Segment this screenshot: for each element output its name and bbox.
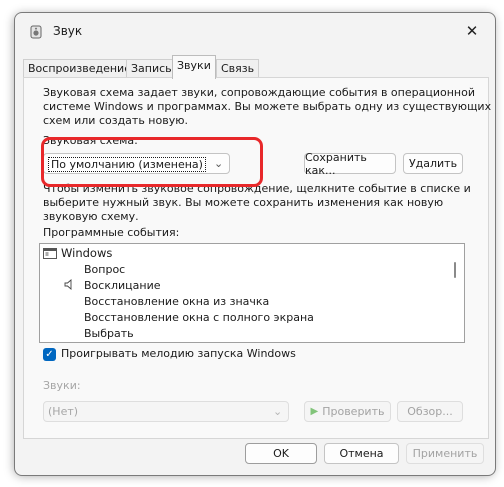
description-line-3: схем или создать новую. [43, 114, 188, 127]
ok-button[interactable]: OK [245, 443, 317, 464]
close-icon[interactable]: ✕ [461, 21, 483, 41]
tab-communications[interactable]: Связь [216, 59, 260, 78]
description-line-1: Звуковая схема задает звуки, сопровождаю… [43, 86, 475, 99]
description-line-2: системе Windows и программах. Вы можете … [43, 100, 492, 113]
chevron-down-icon: ⌄ [273, 405, 283, 418]
speaker-icon [64, 279, 72, 290]
scheme-label: Звуковая схема: [43, 134, 138, 147]
event-item[interactable]: Восстановление окна с полного экрана [84, 310, 314, 325]
tab-sounds[interactable]: Звуки [172, 55, 216, 79]
event-item[interactable]: Восстановление окна из значка [84, 294, 269, 309]
tab-recording[interactable]: Запись [126, 59, 177, 78]
event-item[interactable]: Выбрать [84, 326, 134, 341]
scheme-select[interactable]: По умолчанию (изменена) ⌄ [43, 153, 230, 174]
test-sound-button[interactable]: ▶ Проверить [304, 401, 391, 422]
save-as-button[interactable]: Сохранить как... [304, 151, 396, 177]
event-item[interactable]: Восклицание [84, 278, 160, 293]
instructions-line-3: звуковую схему. [43, 210, 139, 223]
delete-scheme-button[interactable]: Удалить [403, 153, 463, 174]
tab-playback[interactable]: Воспроизведение [23, 59, 136, 78]
window-title: Звук [53, 24, 83, 38]
title-bar[interactable]: Звук ✕ [15, 13, 495, 49]
startup-sound-label: Проигрывать мелодию запуска Windows [61, 347, 296, 360]
sounds-label: Звуки: [43, 379, 81, 392]
events-group-windows[interactable]: Windows [61, 246, 112, 261]
sound-file-select[interactable]: (Нет) ⌄ [43, 401, 289, 422]
program-events-list[interactable]: Windows Вопрос Восклицание Восстановлени… [39, 243, 465, 343]
scheme-selected-value: По умолчанию (изменена) [48, 157, 206, 172]
speaker-app-icon [30, 25, 42, 39]
instructions-line-2: выберите нужный звук. Вы можете сохранит… [43, 196, 444, 209]
browse-button[interactable]: Обзор... [397, 401, 463, 422]
instructions-line-1: Чтобы изменить звуковое сопровождение, щ… [43, 182, 471, 195]
windows-group-icon [43, 248, 57, 259]
test-sound-label: Проверить [322, 405, 385, 418]
events-label: Программные события: [43, 226, 180, 239]
sound-dialog: Звук ✕ Воспроизведение Запись Звуки Связ… [14, 12, 496, 476]
event-item[interactable]: Вопрос [84, 262, 125, 277]
cancel-button[interactable]: Отмена [324, 443, 399, 464]
chevron-down-icon: ⌄ [214, 157, 224, 170]
list-scrollbar[interactable] [454, 262, 456, 278]
sound-file-value: (Нет) [48, 405, 79, 418]
startup-sound-checkbox[interactable]: ✓ [43, 348, 56, 361]
play-icon: ▶ [310, 406, 319, 417]
apply-button[interactable]: Применить [406, 443, 484, 464]
